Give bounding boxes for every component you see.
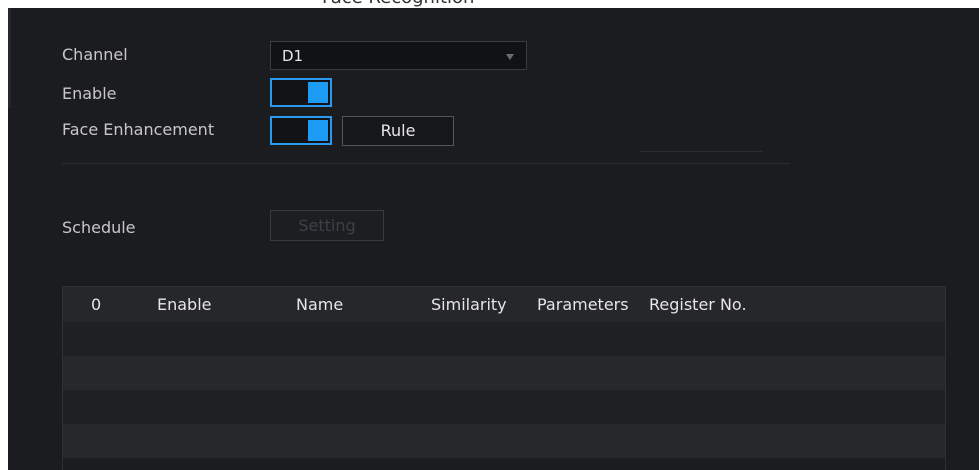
table-row[interactable] xyxy=(63,322,945,356)
face-recognition-panel: Channel D1 Enable Face Enhancement Rule … xyxy=(8,8,979,470)
enable-label: Enable xyxy=(62,84,117,103)
column-header-similarity[interactable]: Similarity xyxy=(431,295,507,314)
table-header: 0 Enable Name Similarity Parameters Regi… xyxy=(63,287,945,322)
face-enhancement-label: Face Enhancement xyxy=(62,120,215,139)
column-header-parameters[interactable]: Parameters xyxy=(537,295,629,314)
rules-table: 0 Enable Name Similarity Parameters Regi… xyxy=(62,286,946,470)
panel-left-edge xyxy=(8,8,11,108)
enable-toggle[interactable] xyxy=(270,78,332,107)
channel-select-value: D1 xyxy=(282,47,304,65)
rule-button[interactable]: Rule xyxy=(342,116,454,146)
column-header-enable[interactable]: Enable xyxy=(157,295,212,314)
column-header-register-no[interactable]: Register No. xyxy=(649,295,747,314)
toggle-knob xyxy=(308,120,328,141)
section-divider-accent xyxy=(640,151,762,152)
column-header-name[interactable]: Name xyxy=(296,295,343,314)
setting-button[interactable]: Setting xyxy=(270,210,384,241)
chevron-down-icon xyxy=(506,54,514,60)
table-row[interactable] xyxy=(63,424,945,458)
face-enhancement-toggle[interactable] xyxy=(270,116,332,145)
window-title: Face Recognition xyxy=(322,0,474,8)
table-row[interactable] xyxy=(63,356,945,390)
toggle-knob xyxy=(308,82,328,103)
schedule-label: Schedule xyxy=(62,218,136,237)
window-title-strip: Face Recognition xyxy=(0,0,979,8)
column-header-index[interactable]: 0 xyxy=(91,295,101,314)
table-row[interactable] xyxy=(63,390,945,424)
section-divider xyxy=(62,163,790,164)
channel-label: Channel xyxy=(62,45,128,64)
channel-select[interactable]: D1 xyxy=(270,41,527,70)
